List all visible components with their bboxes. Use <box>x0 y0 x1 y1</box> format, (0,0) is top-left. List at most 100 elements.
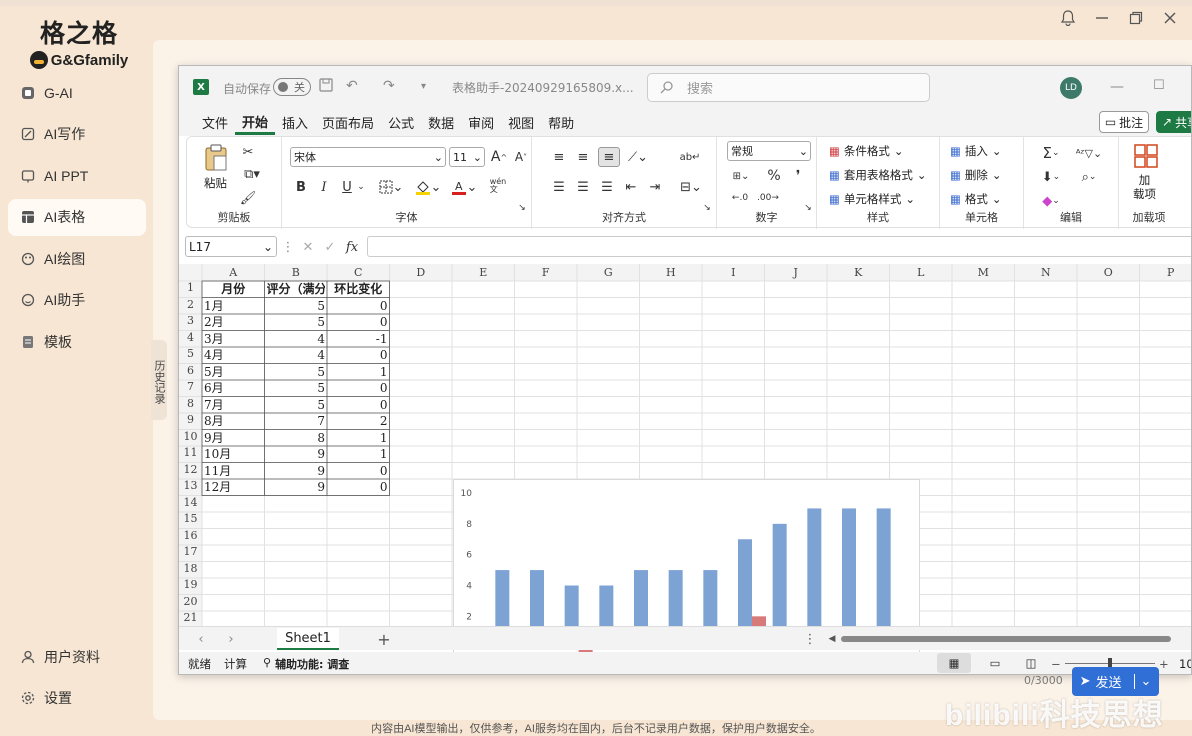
wrap-text-icon[interactable]: ab↵ <box>680 147 701 167</box>
name-box[interactable]: L17 ⌄ <box>185 236 277 257</box>
bell-icon[interactable] <box>1060 10 1076 26</box>
table-cell[interactable]: 7月 <box>204 397 263 414</box>
spreadsheet-grid[interactable]: 1086420-21月2月3月4月5月6月7月8月9月10月11月12月满意度评… <box>179 264 1192 674</box>
close-icon[interactable] <box>1162 10 1178 26</box>
underline-button[interactable]: U <box>338 177 356 197</box>
sheet-options-icon[interactable]: ⋮ <box>804 630 817 648</box>
zoom-in-icon[interactable]: + <box>1159 657 1169 671</box>
table-cell[interactable]: 7 <box>267 413 325 430</box>
table-cell[interactable]: 1 <box>329 446 388 463</box>
autosum-icon[interactable]: Σ ⌄ <box>1036 143 1066 163</box>
row-header[interactable]: 15 <box>179 512 202 529</box>
zoom-out-icon[interactable]: − <box>1051 657 1061 671</box>
table-cell[interactable]: 9月 <box>204 430 263 447</box>
row-header[interactable]: 3 <box>179 314 202 331</box>
font-name-select[interactable]: 宋体 ⌄ <box>290 147 446 167</box>
nav-item-ai-write[interactable]: AI写作 <box>8 116 146 153</box>
table-cell[interactable]: 10月 <box>204 446 263 463</box>
table-cell[interactable]: 0 <box>329 298 388 315</box>
cut-icon[interactable]: ✂ <box>239 143 257 161</box>
next-sheet-icon[interactable]: › <box>223 630 239 648</box>
row-header[interactable]: 5 <box>179 347 202 364</box>
merge-center-icon[interactable]: ⊟⌄ <box>678 177 704 197</box>
phonetic-icon[interactable]: wén 文 <box>487 175 509 197</box>
horizontal-scrollbar[interactable] <box>841 636 1171 642</box>
row-header[interactable]: 20 <box>179 595 202 612</box>
nav-item-g-ai[interactable]: G-AI <box>8 74 146 111</box>
borders-icon[interactable]: ⌄ <box>378 177 404 197</box>
table-cell[interactable]: 4月 <box>204 347 263 364</box>
table-cell[interactable]: 0 <box>329 347 388 364</box>
paste-label[interactable]: 粘贴 <box>204 175 227 191</box>
table-cell[interactable]: 2月 <box>204 314 263 331</box>
decrease-decimal-icon[interactable]: .00→ <box>757 189 779 207</box>
menu-file[interactable]: 文件 <box>195 113 235 132</box>
align-right-icon[interactable]: ☰ <box>598 177 616 197</box>
table-cell[interactable]: 1 <box>329 430 388 447</box>
column-header[interactable]: N <box>1015 264 1078 281</box>
share-button[interactable]: ↗共享 <box>1156 111 1191 133</box>
conditional-format-button[interactable]: ▦ 条件格式 ⌄ <box>829 143 904 159</box>
table-cell[interactable]: 9 <box>267 463 325 480</box>
find-select-icon[interactable]: ⌕ ⌄ <box>1074 167 1104 187</box>
undo-icon[interactable]: ↶ <box>346 78 358 94</box>
column-header[interactable]: E <box>452 264 515 281</box>
increase-decimal-icon[interactable]: ←.0 <box>729 189 751 207</box>
column-header[interactable]: C <box>327 264 390 281</box>
row-header[interactable]: 1 <box>179 281 202 298</box>
row-header[interactable]: 14 <box>179 496 202 513</box>
align-middle-icon[interactable]: ≡ <box>574 147 592 167</box>
menu-help[interactable]: 帮助 <box>541 113 581 132</box>
sort-filter-icon[interactable]: ᴬᶻ▽⌄ <box>1074 143 1104 163</box>
column-header[interactable]: I <box>702 264 765 281</box>
nav-item-ai-table[interactable]: AI表格 <box>8 198 146 236</box>
more-icon[interactable]: ⋮ <box>282 238 295 256</box>
row-header[interactable]: 19 <box>179 578 202 595</box>
table-cell[interactable]: 6月 <box>204 380 263 397</box>
page-layout-view-icon[interactable]: ▭ <box>985 653 1005 673</box>
column-header[interactable]: P <box>1140 264 1192 281</box>
table-cell[interactable]: 0 <box>329 463 388 480</box>
search-input[interactable]: 搜索 <box>647 73 930 102</box>
fill-color-icon[interactable]: ⌄ <box>414 177 442 197</box>
table-cell[interactable]: 5月 <box>204 364 263 381</box>
table-cell[interactable]: 9 <box>267 446 325 463</box>
row-header[interactable]: 11 <box>179 446 202 463</box>
align-left-icon[interactable]: ☰ <box>550 177 568 197</box>
table-cell[interactable]: 1 <box>329 364 388 381</box>
menu-insert[interactable]: 插入 <box>275 113 315 132</box>
format-painter-icon[interactable]: 🖌 <box>239 189 257 207</box>
chevron-down-icon[interactable]: ⌄ <box>356 177 366 197</box>
format-as-table-button[interactable]: ▦ 套用表格格式 ⌄ <box>829 167 927 183</box>
column-header[interactable]: F <box>515 264 578 281</box>
table-cell[interactable]: 5 <box>267 380 325 397</box>
nav-item-ai-ppt[interactable]: AI PPT <box>8 157 146 194</box>
table-cell[interactable]: 评分（满分 <box>267 281 326 298</box>
save-icon[interactable] <box>319 78 333 96</box>
align-top-icon[interactable]: ≡ <box>550 147 568 167</box>
nav-item-ai-paint[interactable]: AI绘图 <box>8 240 146 277</box>
table-cell[interactable]: 4 <box>267 347 325 364</box>
font-size-select[interactable]: 11 ⌄ <box>449 147 485 167</box>
zoom-level[interactable]: 10 <box>1179 657 1191 671</box>
bold-button[interactable]: B <box>292 177 310 197</box>
history-tab[interactable]: 历史记录 <box>151 340 167 420</box>
row-header[interactable]: 8 <box>179 397 202 414</box>
row-header[interactable]: 4 <box>179 331 202 348</box>
add-sheet-icon[interactable]: + <box>375 629 393 649</box>
table-cell[interactable]: 11月 <box>204 463 263 480</box>
table-cell[interactable]: -1 <box>329 331 388 348</box>
column-header[interactable]: D <box>390 264 453 281</box>
scroll-left-icon[interactable]: ◀ <box>827 630 837 648</box>
comma-icon[interactable]: ❜ <box>791 167 805 185</box>
column-header[interactable]: L <box>890 264 953 281</box>
paste-icon[interactable] <box>201 143 231 173</box>
nav-item-settings[interactable]: 设置 <box>8 680 146 717</box>
row-header[interactable]: 9 <box>179 413 202 430</box>
menu-formulas[interactable]: 公式 <box>381 113 421 132</box>
table-cell[interactable]: 12月 <box>204 479 263 496</box>
table-cell[interactable]: 2 <box>329 413 388 430</box>
accounting-icon[interactable]: ⊞⌄ <box>729 167 753 185</box>
row-header[interactable]: 7 <box>179 380 202 397</box>
format-cells-button[interactable]: ▦ 格式 ⌄ <box>950 191 1002 207</box>
